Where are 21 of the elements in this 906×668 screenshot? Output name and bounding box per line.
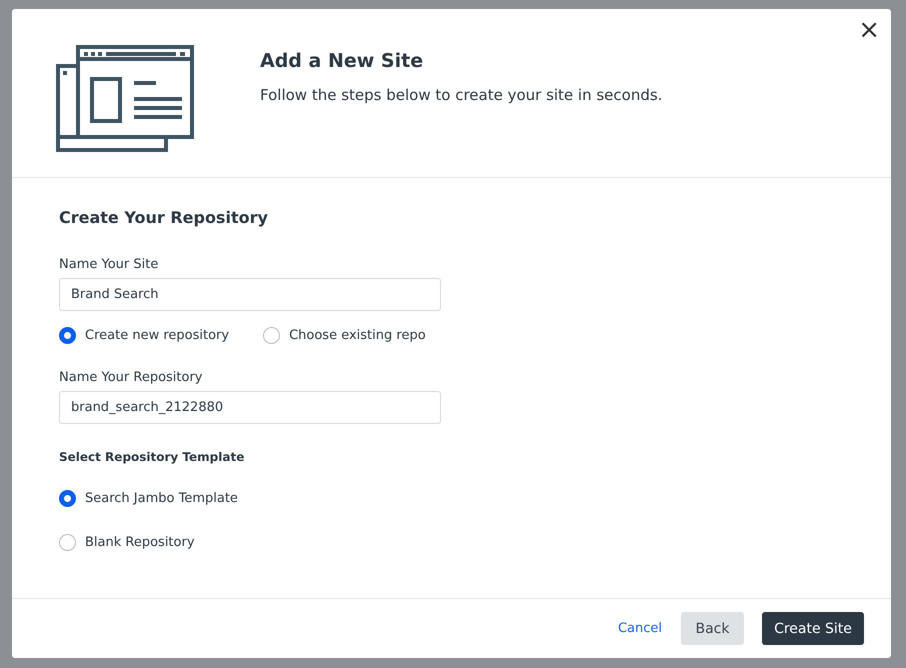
- radio-icon[interactable]: [59, 327, 76, 344]
- template-label: Select Repository Template: [59, 450, 244, 464]
- radio-icon[interactable]: [59, 534, 76, 551]
- field-label: Name Your Site: [59, 257, 158, 272]
- dialog-subtitle: Follow the steps below to create your site in seconds.: [260, 86, 662, 104]
- cancel-link[interactable]: Cancel: [618, 621, 662, 636]
- field-label: Name Your Repository: [59, 370, 202, 385]
- radio-option[interactable]: Choose existing repo: [263, 327, 426, 344]
- back-button[interactable]: Back: [681, 612, 744, 645]
- radio-icon[interactable]: [59, 490, 76, 507]
- radio-option[interactable]: Search Jambo Template: [59, 490, 238, 507]
- site-name-field[interactable]: Brand Search: [59, 278, 441, 311]
- dialog-title: Add a New Site: [260, 50, 424, 72]
- radio-icon[interactable]: [263, 327, 280, 344]
- browser-windows-icon: [56, 45, 196, 153]
- radio-option[interactable]: Blank Repository: [59, 534, 238, 551]
- create-site-button[interactable]: Create Site: [762, 612, 864, 645]
- repo-name-field[interactable]: brand_search_2122880: [59, 391, 441, 424]
- section-title: Create Your Repository: [59, 208, 268, 227]
- close-button[interactable]: ×: [856, 17, 882, 43]
- radio-option[interactable]: Create new repository: [59, 327, 230, 344]
